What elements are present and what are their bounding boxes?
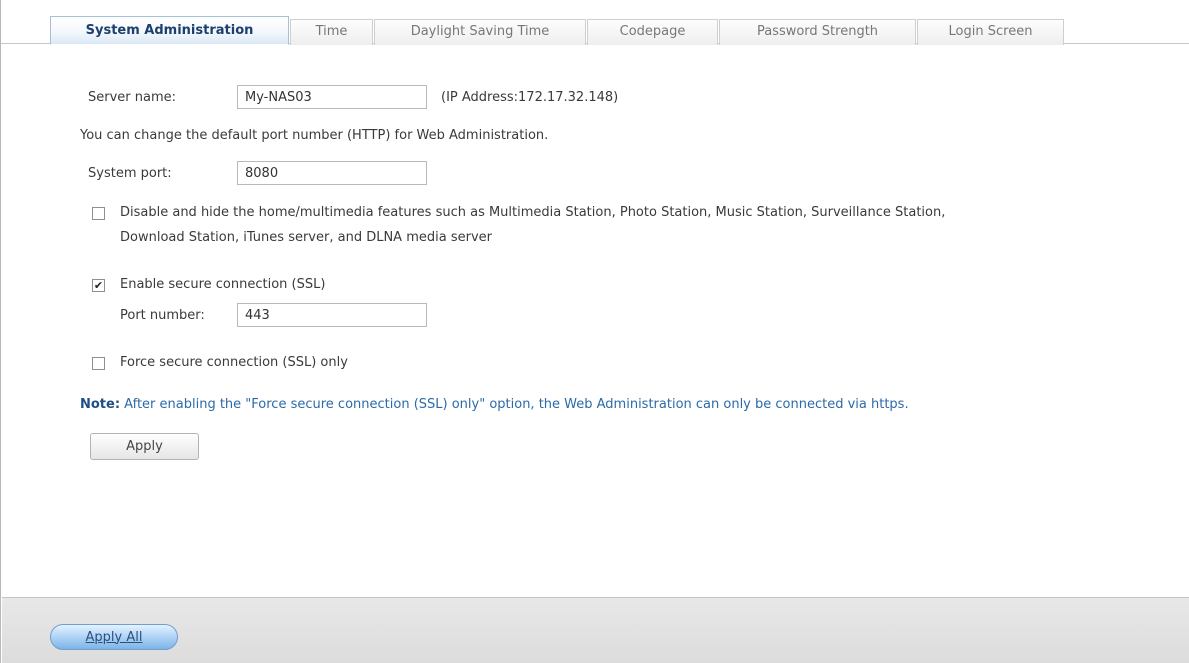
settings-panel: System Administration Time Daylight Savi… — [0, 0, 1189, 663]
note-body: After enabling the "Force secure connect… — [120, 397, 909, 412]
tab-daylight-saving-time[interactable]: Daylight Saving Time — [374, 19, 586, 45]
note-prefix: Note: — [80, 397, 121, 412]
tab-bar: System Administration Time Daylight Savi… — [1, 14, 1189, 45]
disable-features-label-line1: Disable and hide the home/multimedia fea… — [120, 205, 946, 220]
system-port-input[interactable] — [237, 161, 427, 185]
disable-features-checkbox[interactable] — [92, 207, 105, 220]
tab-password-strength[interactable]: Password Strength — [719, 19, 916, 45]
note-text: Note: After enabling the "Force secure c… — [80, 397, 909, 412]
force-ssl-label: Force secure connection (SSL) only — [120, 355, 348, 370]
footer-bar: Apply All — [2, 597, 1189, 663]
apply-button[interactable]: Apply — [90, 433, 199, 460]
system-port-label: System port: — [88, 166, 172, 181]
ssl-checkbox[interactable]: ✔ — [92, 279, 105, 292]
ssl-label: Enable secure connection (SSL) — [120, 277, 326, 292]
tab-codepage[interactable]: Codepage — [587, 19, 718, 45]
port-info-text: You can change the default port number (… — [80, 128, 549, 143]
force-ssl-checkbox[interactable] — [92, 357, 105, 370]
tab-time[interactable]: Time — [290, 19, 373, 45]
apply-all-button[interactable]: Apply All — [50, 624, 178, 650]
server-name-label: Server name: — [88, 90, 177, 105]
ssl-port-input[interactable] — [237, 303, 427, 327]
disable-features-label-line2: Download Station, iTunes server, and DLN… — [120, 230, 492, 245]
server-name-input[interactable] — [237, 85, 427, 109]
ssl-port-label: Port number: — [120, 308, 205, 323]
tab-login-screen[interactable]: Login Screen — [917, 19, 1064, 45]
tab-system-administration[interactable]: System Administration — [50, 16, 289, 45]
ip-address-text: (IP Address:172.17.32.148) — [441, 90, 619, 105]
